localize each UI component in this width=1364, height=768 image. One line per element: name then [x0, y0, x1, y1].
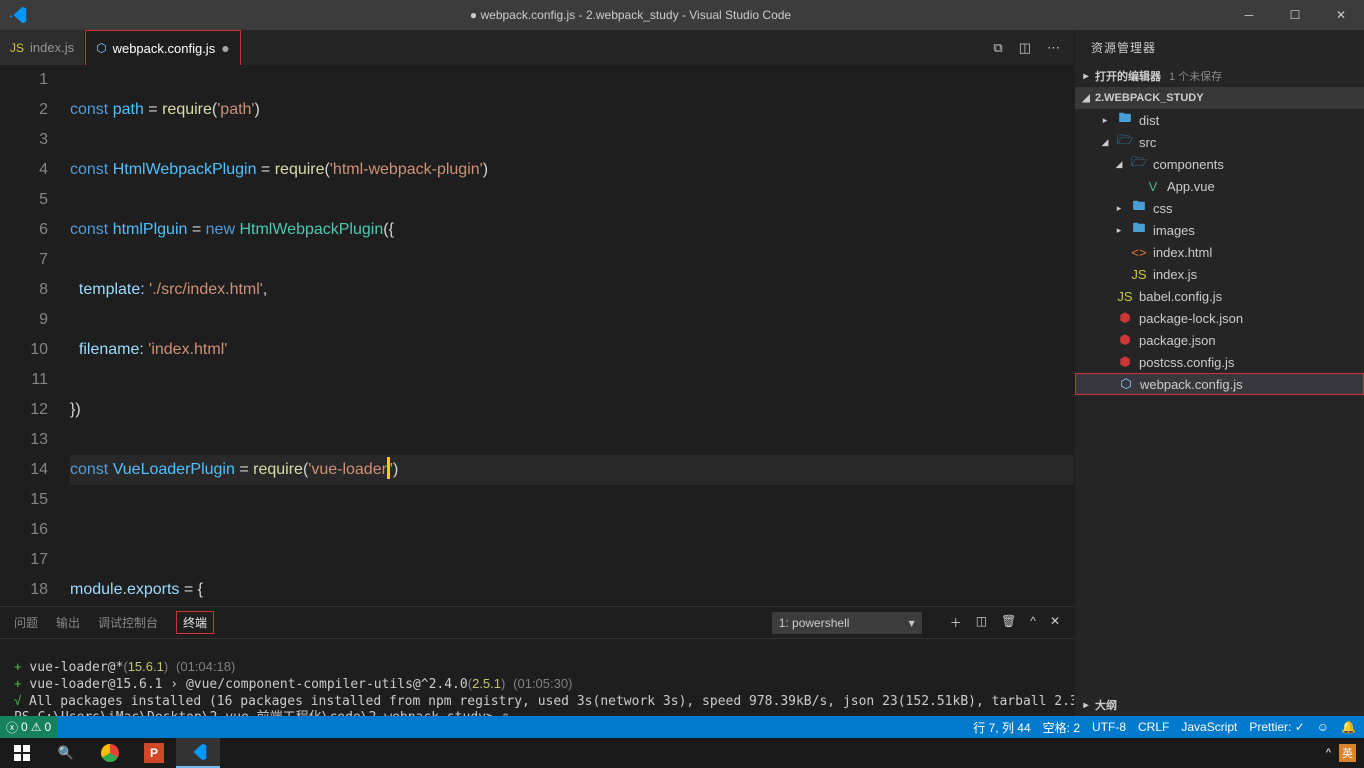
- tab-indexjs[interactable]: JS index.js: [0, 30, 85, 65]
- cursor-position[interactable]: 行 7, 列 44: [973, 719, 1030, 736]
- indent-spaces[interactable]: 空格: 2: [1043, 719, 1080, 736]
- tray-up-icon: ^: [1326, 747, 1331, 759]
- chevron-right-icon: ▸: [1079, 700, 1093, 711]
- panel-tab-output[interactable]: 输出: [56, 612, 80, 633]
- webpack-icon: ⬡: [96, 41, 106, 55]
- compare-icon[interactable]: ⧉: [993, 40, 1002, 56]
- tree-item-css[interactable]: ▸🖿css: [1075, 197, 1364, 219]
- js-icon: JS: [1131, 267, 1147, 282]
- folder-icon: 🖿: [1131, 219, 1147, 241]
- window-title: ● webpack.config.js - 2.webpack_study - …: [35, 8, 1226, 22]
- folder-icon: 🖿: [1117, 109, 1133, 131]
- js-icon: JS: [1117, 289, 1133, 304]
- taskbar-chrome[interactable]: [88, 738, 132, 768]
- code-editor[interactable]: 123456789101112131415161718 const path =…: [0, 65, 1074, 606]
- tree-item-indexjs[interactable]: JSindex.js: [1075, 263, 1364, 285]
- js-icon: JS: [10, 41, 24, 55]
- tree-item-dist[interactable]: ▸🖿dist: [1075, 109, 1364, 131]
- tab-label: index.js: [30, 40, 74, 55]
- chevron-down-icon: ▾: [909, 616, 915, 630]
- tree-item-appvue[interactable]: VApp.vue: [1075, 175, 1364, 197]
- file-tree: ▸🖿dist ◢🗁src ◢🗁components VApp.vue ▸🖿css…: [1075, 109, 1364, 395]
- open-editors-section[interactable]: ▸打开的编辑器1 个未保存: [1075, 65, 1364, 87]
- tab-webpack-config[interactable]: ⬡ webpack.config.js ●: [85, 30, 241, 65]
- maximize-panel-icon[interactable]: ^: [1030, 614, 1036, 631]
- split-terminal-icon[interactable]: ◫: [976, 614, 987, 631]
- eol[interactable]: CRLF: [1138, 720, 1169, 734]
- feedback-icon[interactable]: ☺: [1317, 720, 1329, 734]
- tree-item-postcssconfig[interactable]: ⬢postcss.config.js: [1075, 351, 1364, 373]
- tab-label: webpack.config.js: [113, 41, 216, 56]
- tree-item-packagelock[interactable]: ⬢package-lock.json: [1075, 307, 1364, 329]
- start-button[interactable]: [0, 738, 44, 768]
- terminal-content[interactable]: + vue-loader@*(15.6.1) (01:04:18) + vue-…: [0, 639, 1074, 716]
- windows-taskbar: 🔍 P ^英: [0, 738, 1364, 768]
- line-numbers: 123456789101112131415161718: [0, 65, 70, 606]
- explorer-sidebar: 资源管理器 ▸打开的编辑器1 个未保存 ◢2.WEBPACK_STUDY ▸🖿d…: [1074, 30, 1364, 716]
- tree-item-src[interactable]: ◢🗁src: [1075, 131, 1364, 153]
- tree-item-packagejson[interactable]: ⬢package.json: [1075, 329, 1364, 351]
- status-bar: ⓧ0 ⚠0 行 7, 列 44 空格: 2 UTF-8 CRLF JavaScr…: [0, 716, 1364, 738]
- folder-icon: 🖿: [1131, 197, 1147, 219]
- taskbar-powerpoint[interactable]: P: [132, 738, 176, 768]
- tree-item-images[interactable]: ▸🖿images: [1075, 219, 1364, 241]
- new-terminal-icon[interactable]: ＋: [950, 614, 962, 631]
- tree-item-webpackconfig[interactable]: ⬡webpack.config.js: [1075, 373, 1364, 395]
- titlebar: ● webpack.config.js - 2.webpack_study - …: [0, 0, 1364, 30]
- maximize-button[interactable]: ☐: [1272, 0, 1318, 30]
- bell-icon[interactable]: 🔔: [1341, 720, 1356, 734]
- system-tray[interactable]: ^英: [1326, 744, 1364, 762]
- postcss-icon: ⬢: [1117, 354, 1133, 370]
- code-content[interactable]: const path = require('path') const HtmlW…: [70, 65, 1074, 606]
- encoding[interactable]: UTF-8: [1092, 720, 1126, 734]
- terminal-selector[interactable]: 1: powershell▾: [772, 612, 922, 634]
- taskbar-search-icon[interactable]: 🔍: [44, 738, 88, 768]
- kill-terminal-icon[interactable]: 🗑: [1001, 614, 1016, 631]
- dirty-icon: ●: [221, 40, 229, 56]
- project-section[interactable]: ◢2.WEBPACK_STUDY: [1075, 87, 1364, 109]
- prettier-status[interactable]: Prettier: ✓: [1249, 720, 1304, 734]
- vue-icon: V: [1145, 179, 1161, 194]
- tree-item-components[interactable]: ◢🗁components: [1075, 153, 1364, 175]
- npm-icon: ⬢: [1117, 310, 1133, 326]
- panel-tab-debug[interactable]: 调试控制台: [98, 612, 158, 633]
- chevron-down-icon: ◢: [1079, 93, 1093, 104]
- npm-icon: ⬢: [1117, 332, 1133, 348]
- more-icon[interactable]: ⋯: [1047, 40, 1060, 56]
- vscode-icon: [0, 6, 35, 24]
- close-panel-icon[interactable]: ✕: [1050, 614, 1060, 631]
- webpack-icon: ⬡: [1118, 376, 1134, 392]
- language-mode[interactable]: JavaScript: [1181, 720, 1237, 734]
- status-errors[interactable]: ⓧ0 ⚠0: [0, 716, 57, 738]
- outline-section[interactable]: ▸大纲: [1075, 694, 1364, 716]
- minimize-button[interactable]: ─: [1226, 0, 1272, 30]
- tree-item-babelconfig[interactable]: JSbabel.config.js: [1075, 285, 1364, 307]
- chevron-right-icon: ▸: [1079, 71, 1093, 82]
- html-icon: <>: [1131, 245, 1147, 260]
- folder-open-icon: 🗁: [1117, 131, 1133, 153]
- panel-tab-problems[interactable]: 问题: [14, 612, 38, 633]
- panel-tab-terminal[interactable]: 终端: [176, 611, 214, 634]
- tree-item-indexhtml[interactable]: <>index.html: [1075, 241, 1364, 263]
- bottom-panel: 问题 输出 调试控制台 终端 1: powershell▾ ＋ ◫ 🗑 ^ ✕ …: [0, 606, 1074, 716]
- taskbar-vscode[interactable]: [176, 738, 220, 768]
- split-icon[interactable]: ◫: [1019, 40, 1031, 56]
- editor-tabs: JS index.js ⬡ webpack.config.js ● ⧉ ◫ ⋯: [0, 30, 1074, 65]
- close-button[interactable]: ✕: [1318, 0, 1364, 30]
- folder-open-icon: 🗁: [1131, 153, 1147, 175]
- sidebar-title: 资源管理器: [1075, 30, 1364, 65]
